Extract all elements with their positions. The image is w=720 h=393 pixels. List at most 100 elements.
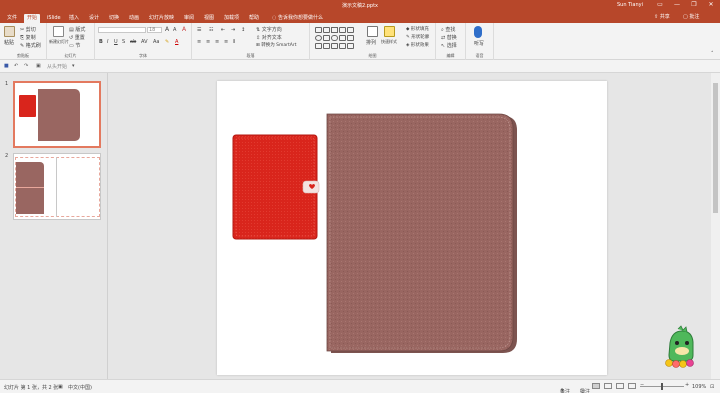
arrange-label[interactable]: 排列 bbox=[366, 39, 376, 46]
save-icon[interactable]: ■ bbox=[4, 63, 9, 69]
zoom-out-icon[interactable]: − bbox=[640, 382, 644, 388]
new-slide-icon[interactable] bbox=[53, 26, 64, 37]
italic-icon[interactable]: I bbox=[107, 39, 108, 45]
tab-view[interactable]: 视图 bbox=[201, 14, 217, 23]
microphone-icon[interactable] bbox=[474, 26, 482, 38]
arrow-shape-icon[interactable] bbox=[339, 27, 346, 33]
paste-icon[interactable] bbox=[4, 26, 15, 37]
share-button[interactable]: ⇪ 共享 bbox=[654, 13, 670, 20]
oval-shape-icon[interactable] bbox=[315, 35, 322, 41]
slide-thumbnail-2[interactable] bbox=[13, 153, 101, 220]
shape-effects-button[interactable]: ◈ 形状效果 bbox=[406, 42, 429, 48]
format-painter-button[interactable]: ✎ 格式刷 bbox=[20, 42, 41, 49]
replace-button[interactable]: ⇄ 替换 bbox=[441, 34, 457, 41]
fit-to-window-icon[interactable]: ⊡ bbox=[710, 384, 714, 390]
slideshow-view-icon[interactable] bbox=[628, 383, 636, 389]
minimize-button[interactable]: — bbox=[672, 1, 682, 9]
more-shapes-icon[interactable] bbox=[347, 43, 354, 49]
cut-button[interactable]: ✂ 剪切 bbox=[20, 26, 36, 33]
smartart-button[interactable]: ⊞ 转换为 SmartArt bbox=[256, 42, 296, 48]
shape-fill-button[interactable]: ◆ 形状填充 bbox=[406, 26, 429, 32]
decrease-indent-icon[interactable]: ⇤ bbox=[221, 27, 225, 33]
arc-shape-icon[interactable] bbox=[331, 43, 338, 49]
shadow-icon[interactable]: S bbox=[122, 39, 125, 45]
align-left-icon[interactable]: ≡ bbox=[197, 39, 201, 45]
reset-button[interactable]: ↺ 重置 bbox=[69, 34, 85, 41]
clear-format-icon[interactable]: A bbox=[182, 26, 186, 33]
slide-thumbnail-1[interactable] bbox=[13, 81, 101, 148]
brace-shape-icon[interactable] bbox=[315, 43, 322, 49]
zoom-in-icon[interactable]: + bbox=[685, 382, 689, 388]
vertical-textbox-shape-icon[interactable] bbox=[323, 27, 330, 33]
normal-view-icon[interactable] bbox=[592, 383, 600, 389]
justify-icon[interactable]: ≡ bbox=[224, 39, 228, 45]
shrink-font-icon[interactable]: A bbox=[173, 27, 176, 33]
dictate-label[interactable]: 听写 bbox=[474, 40, 484, 47]
comments-button[interactable]: ▢ 批注 bbox=[683, 13, 699, 20]
tab-help[interactable]: 帮助 bbox=[246, 14, 262, 23]
columns-icon[interactable]: ⫴ bbox=[233, 39, 235, 45]
align-center-icon[interactable]: ≡ bbox=[206, 39, 210, 45]
char-spacing-icon[interactable]: AV bbox=[141, 39, 148, 45]
font-color-icon[interactable]: A bbox=[175, 39, 178, 45]
tell-me-search[interactable]: ◌ 告诉我你想要做什么 bbox=[272, 14, 323, 22]
undo-icon[interactable]: ↶ bbox=[14, 63, 18, 69]
textbox-shape-icon[interactable] bbox=[315, 27, 322, 33]
user-name[interactable]: Sun Tianyi bbox=[617, 2, 643, 8]
tab-home[interactable]: 开始 bbox=[24, 14, 41, 23]
line-spacing-icon[interactable]: ↕ bbox=[241, 27, 245, 33]
from-start-label[interactable]: 从头开始 bbox=[47, 63, 67, 70]
collapse-ribbon-icon[interactable]: ˄ bbox=[711, 51, 714, 57]
redo-icon[interactable]: ↷ bbox=[24, 63, 28, 69]
copy-button[interactable]: ⎘ 复制 bbox=[20, 34, 36, 41]
language-indicator[interactable]: 中文(中国) bbox=[68, 384, 92, 391]
slide-sorter-icon[interactable] bbox=[604, 383, 612, 389]
rectangle-shape-icon[interactable] bbox=[323, 35, 330, 41]
close-button[interactable]: ✕ bbox=[706, 1, 716, 9]
customize-qat-icon[interactable]: ▾ bbox=[72, 63, 75, 69]
shape-outline-button[interactable]: ✎ 形状轮廓 bbox=[406, 34, 429, 40]
paste-label[interactable]: 粘贴 bbox=[4, 39, 14, 46]
tab-transitions[interactable]: 切换 bbox=[106, 14, 122, 23]
quick-styles-icon[interactable] bbox=[384, 26, 395, 37]
underline-icon[interactable]: U bbox=[114, 39, 118, 45]
find-button[interactable]: ⌕ 查找 bbox=[441, 26, 455, 33]
tab-addins[interactable]: 加载项 bbox=[221, 14, 242, 23]
ribbon-display-icon[interactable]: ▭ bbox=[655, 1, 665, 9]
tab-review[interactable]: 审阅 bbox=[181, 14, 197, 23]
line-shape-icon[interactable] bbox=[331, 27, 338, 33]
select-button[interactable]: ↖ 选择 bbox=[441, 42, 457, 49]
text-direction-button[interactable]: ⇅ 文字方向 bbox=[256, 26, 282, 33]
elbow-shape-icon[interactable] bbox=[347, 27, 354, 33]
slide-canvas[interactable] bbox=[217, 81, 607, 375]
tab-file[interactable]: 文件 bbox=[4, 14, 20, 23]
font-name-input[interactable] bbox=[98, 27, 146, 33]
grow-font-icon[interactable]: A bbox=[165, 26, 169, 33]
triangle-shape-icon[interactable] bbox=[339, 35, 346, 41]
tab-animations[interactable]: 动画 bbox=[126, 14, 142, 23]
tab-islide[interactable]: iSlide bbox=[44, 14, 64, 23]
font-size-input[interactable]: 18 bbox=[147, 27, 162, 33]
star-shape-icon[interactable] bbox=[323, 43, 330, 49]
bullets-icon[interactable]: ☰ bbox=[197, 27, 201, 33]
align-text-button[interactable]: ⇳ 对齐文本 bbox=[256, 34, 282, 41]
curve-shape-icon[interactable] bbox=[339, 43, 346, 49]
bold-icon[interactable]: B bbox=[99, 39, 103, 45]
brown-notebook-shape[interactable] bbox=[326, 113, 517, 353]
numbering-icon[interactable]: ☷ bbox=[209, 27, 213, 33]
new-slide-label[interactable]: 新建幻灯片 bbox=[49, 39, 69, 45]
pentagon-shape-icon[interactable] bbox=[347, 35, 354, 41]
arrange-icon[interactable] bbox=[367, 26, 378, 37]
restore-button[interactable]: ❐ bbox=[689, 1, 699, 9]
align-right-icon[interactable]: ≡ bbox=[215, 39, 219, 45]
increase-indent-icon[interactable]: ⇥ bbox=[231, 27, 235, 33]
slideshow-icon[interactable]: ▣ bbox=[36, 63, 41, 69]
tab-design[interactable]: 设计 bbox=[86, 14, 102, 23]
layout-button[interactable]: ▤ 版式 bbox=[69, 26, 85, 33]
highlight-icon[interactable]: ✎ bbox=[165, 39, 169, 45]
tab-slideshow[interactable]: 幻灯片放映 bbox=[146, 14, 177, 23]
vertical-scrollbar[interactable] bbox=[711, 73, 720, 379]
quick-styles-label[interactable]: 快速样式 bbox=[381, 39, 397, 45]
reading-view-icon[interactable] bbox=[616, 383, 624, 389]
scrollbar-thumb[interactable] bbox=[713, 83, 718, 213]
